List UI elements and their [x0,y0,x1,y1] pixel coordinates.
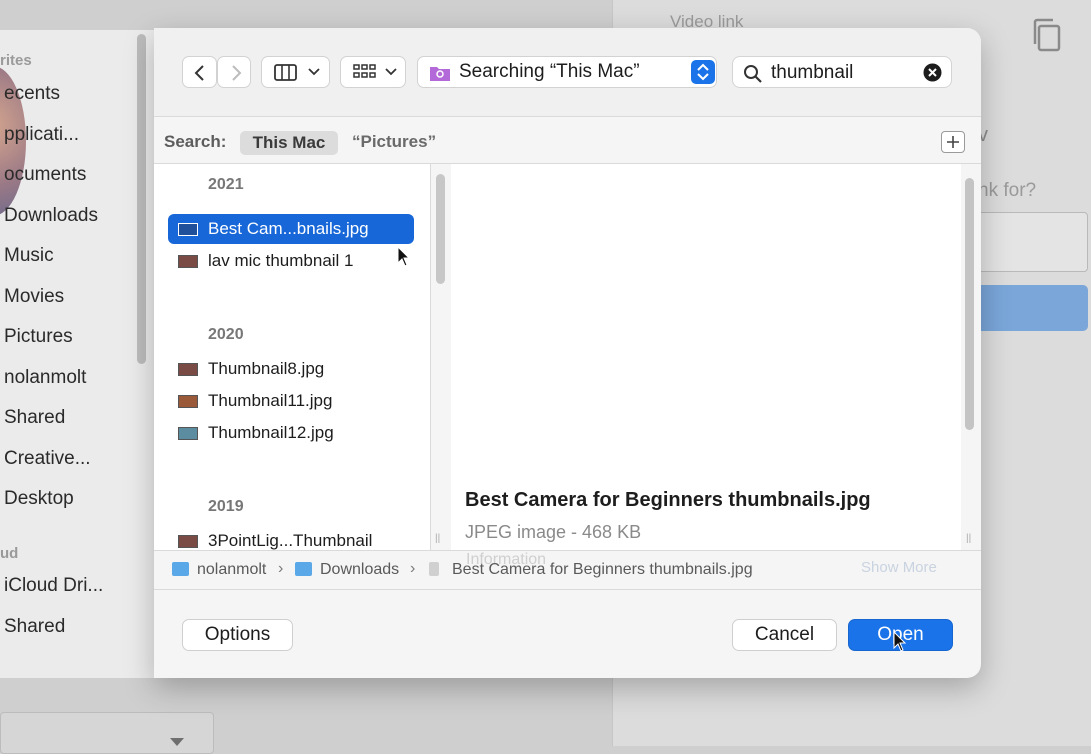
image-file-icon [178,363,198,376]
preview-scrollbar[interactable] [965,178,974,430]
forward-button[interactable] [217,56,251,88]
add-criteria-button[interactable] [941,131,965,153]
sidebar-item-movies[interactable]: Movies [4,286,64,308]
clear-search-icon[interactable] [923,63,942,82]
chevron-right-icon [232,65,242,81]
scope-pictures[interactable]: “Pictures” [352,132,436,152]
options-button[interactable]: Options [182,619,293,651]
grid-icon [353,64,376,78]
preview-file-name: Best Camera for Beginners thumbnails.jpg [465,489,871,511]
show-more-link[interactable]: Show More [861,559,937,576]
search-scope-bar: Search: This Mac “Pictures” [154,116,981,164]
sidebar-item-applications[interactable]: pplicati... [4,124,79,146]
back-button[interactable] [182,56,217,88]
image-file-icon [178,395,198,408]
list-item[interactable]: Thumbnail11.jpg [168,386,414,416]
sidebar-item-recents[interactable]: ecents [4,83,60,105]
chevron-down-icon [385,68,397,76]
sidebar-item-icloud-drive[interactable]: iCloud Dri... [4,575,103,597]
chevron-down-icon [308,68,320,76]
list-item[interactable]: 3PointLig...Thumbnail [168,526,414,550]
list-item[interactable]: Thumbnail8.jpg [168,354,414,384]
path-crumb-home[interactable]: nolanmolt [197,561,266,579]
location-popup[interactable]: Searching “This Mac” [417,56,717,88]
list-item[interactable]: lav mic thumbnail 1 [168,246,414,276]
scope-label: Search: [164,132,227,151]
chevron-left-icon [194,65,204,81]
path-separator: › [410,560,416,577]
finder-sidebar: rites ecents pplicati... ocuments Downlo… [0,30,154,678]
view-mode-button[interactable] [261,56,330,88]
background-question: nk for? [978,180,1037,201]
background-select[interactable] [0,712,214,754]
preview-resize-handle[interactable]: || [966,533,971,544]
column-resize-handle[interactable]: || [435,533,440,544]
search-input[interactable]: thumbnail [771,62,853,84]
year-header: 2021 [208,176,244,193]
copy-icon[interactable] [1030,18,1064,54]
cursor-icon [893,631,907,652]
year-header: 2019 [208,498,244,515]
sidebar-item-home[interactable]: nolanmolt [4,367,86,389]
sidebar-item-desktop[interactable]: Desktop [4,488,74,510]
columns-view-icon [274,64,297,81]
preview-pane: Best Camera for Beginners thumbnails.jpg… [451,164,961,550]
group-by-button[interactable] [340,56,406,88]
year-header: 2020 [208,326,244,343]
cursor-icon [397,246,411,267]
sidebar-favorites-header: rites [0,52,32,69]
chevron-down-icon [170,738,184,746]
search-field[interactable]: thumbnail [732,56,952,88]
sidebar-item-music[interactable]: Music [4,245,54,267]
sidebar-item-documents[interactable]: ocuments [4,164,86,186]
scope-this-mac[interactable]: This Mac [240,131,338,155]
sidebar-icloud-header: ud [0,545,19,562]
path-bar: Information nolanmolt › Downloads › Best… [154,550,981,590]
folder-icon [172,562,189,576]
sidebar-item-icloud-shared[interactable]: Shared [4,616,65,638]
preview-file-kind: JPEG image - 468 KB [465,522,642,542]
image-file-icon [178,535,198,548]
sidebar-item-pictures[interactable]: Pictures [4,326,73,348]
image-file-icon [178,427,198,440]
list-item[interactable]: Thumbnail12.jpg [168,418,414,448]
sidebar-item-downloads[interactable]: Downloads [4,205,98,227]
location-label: Searching “This Mac” [459,61,640,82]
plus-icon [947,136,959,148]
path-separator: › [278,560,284,577]
image-file-icon [178,223,198,236]
cancel-button[interactable]: Cancel [732,619,837,651]
smart-folder-icon [430,67,450,81]
list-item[interactable]: Best Cam...bnails.jpg [168,214,414,244]
dialog-toolbar: Searching “This Mac” thumbnail [154,28,981,116]
image-file-icon [178,255,198,268]
path-crumb-file[interactable]: Best Camera for Beginners thumbnails.jpg [452,561,753,579]
sidebar-scrollbar[interactable] [137,34,146,364]
sidebar-item-creative[interactable]: Creative... [4,448,91,470]
folder-icon [295,562,312,576]
updown-chevron-icon [691,60,715,84]
file-icon [429,562,439,576]
search-icon [744,65,762,83]
sidebar-item-shared[interactable]: Shared [4,407,65,429]
list-scrollbar[interactable] [436,174,445,284]
path-crumb-downloads[interactable]: Downloads [320,561,399,579]
open-file-dialog: Searching “This Mac” thumbnail Search: T… [154,28,981,678]
results-list: 2021 Best Cam...bnails.jpg lav mic thumb… [154,164,431,550]
